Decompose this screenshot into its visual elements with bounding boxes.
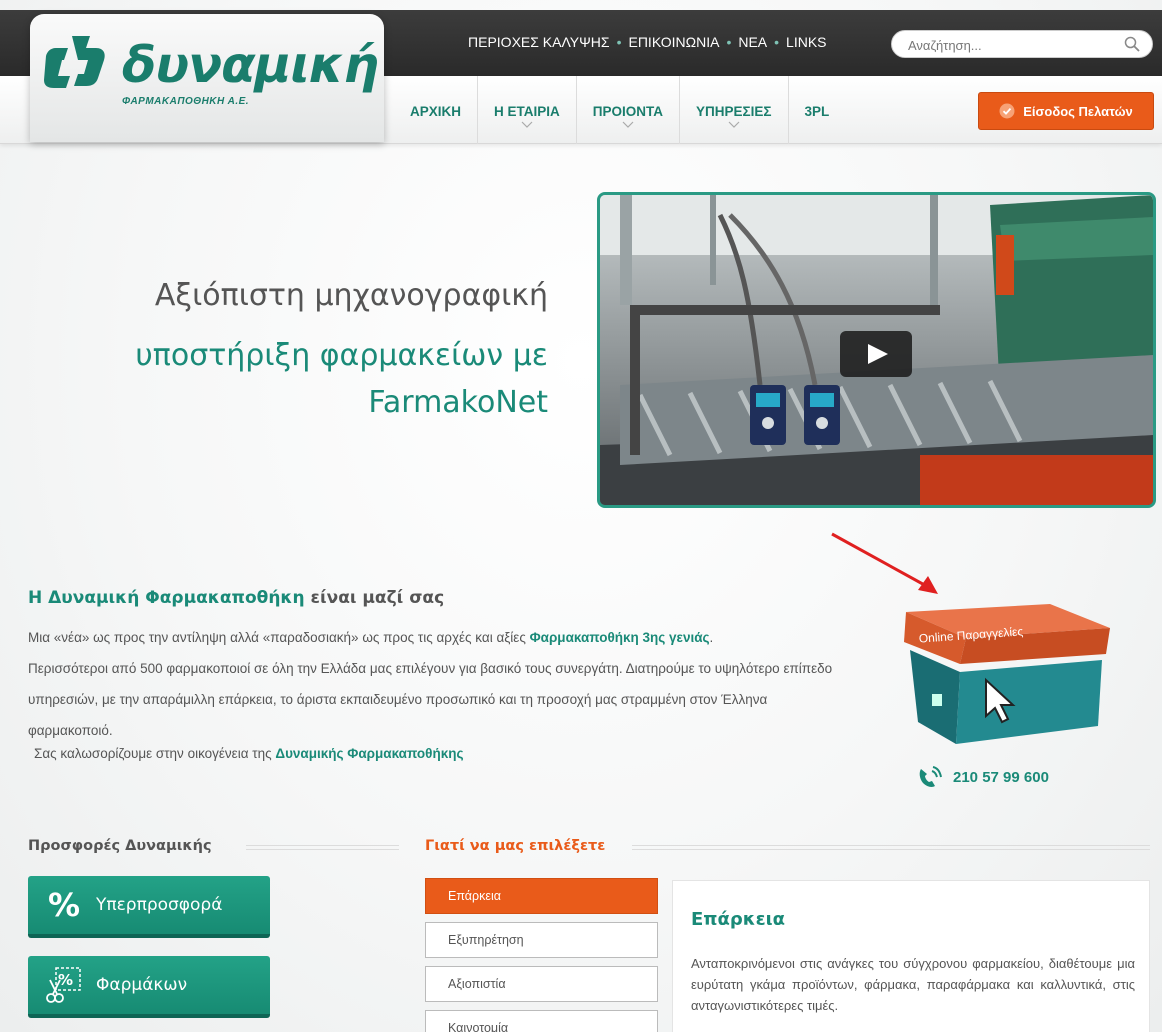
topnav-links[interactable]: LINKS	[786, 34, 826, 50]
why-heading-rule	[632, 845, 1150, 850]
percent-icon: %	[48, 886, 80, 924]
online-orders-crate[interactable]	[900, 598, 1116, 746]
logo-subtitle: ΦΑΡΜΑΚΑΠΟΘΗΚΗ Α.Ε.	[122, 96, 250, 107]
topnav-contact[interactable]: ΕΠΙΚΟΙΝΩΝΙΑ	[628, 34, 719, 50]
hero-headline-line3: FarmakoNet	[368, 385, 548, 420]
svg-text:%: %	[58, 971, 73, 989]
customer-login-label: Είσοδος Πελατών	[1023, 103, 1133, 119]
play-icon	[868, 344, 888, 364]
hero-headline-line2: υποστήριξη φαρμακείων με	[135, 338, 548, 373]
svg-text:%: %	[48, 886, 80, 924]
nav-home[interactable]: ΑΡΧΙΚΗ	[394, 76, 479, 144]
welcome-text-a: Σας καλωσορίζουμε στην οικογένεια της	[34, 746, 276, 761]
panel-title: Επάρκεια	[691, 909, 785, 930]
super-offer-button[interactable]: % Υπερπροσφορά	[28, 876, 270, 938]
panel-text: Ανταποκρινόμενοι στις ανάγκες του σύγχρο…	[691, 956, 1135, 1013]
nav-company[interactable]: Η ΕΤΑΙΡΙΑ	[478, 76, 577, 144]
logo[interactable]: δυναμική ΦΑΡΜΑΚΑΠΟΘΗΚΗ Α.Ε.	[30, 14, 384, 142]
welcome-brand-link[interactable]: Δυναμικής Φαρμακαποθήκης	[275, 746, 463, 761]
topnav-separator: •	[726, 34, 732, 50]
intro-3rd-gen-link[interactable]: Φαρμακαποθήκη 3ης γενιάς	[530, 630, 710, 645]
nav-home-label: ΑΡΧΙΚΗ	[410, 104, 462, 119]
welcome-text: Σας καλωσορίζουμε στην οικογένεια της Δυ…	[34, 746, 464, 761]
tab-adequacy[interactable]: Επάρκεια	[425, 878, 658, 914]
top-navigation: ΠΕΡΙΟΧΕΣ ΚΑΛΥΨΗΣ • ΕΠΙΚΟΙΝΩΝΙΑ • ΝΕΑ • L…	[468, 34, 827, 50]
main-navigation: ΑΡΧΙΚΗ Η ΕΤΑΙΡΙΑ ΠΡΟΙΟΝΤΑ ΥΠΗΡΕΣΙΕΣ 3PL	[394, 76, 845, 144]
nav-products[interactable]: ΠΡΟΙΟΝΤΑ	[577, 76, 681, 144]
customer-login-button[interactable]: Είσοδος Πελατών	[978, 92, 1154, 130]
chevron-down-icon	[521, 121, 533, 128]
search-icon[interactable]	[1124, 36, 1140, 52]
intro-text-c: .	[709, 630, 714, 645]
phone-number[interactable]: 210 57 99 600	[953, 769, 1049, 786]
nav-services-label: ΥΠΗΡΕΣΙΕΣ	[696, 104, 772, 119]
logo-mark-icon	[44, 36, 105, 88]
tab-reliability[interactable]: Αξιοπιστία	[425, 966, 658, 1002]
intro-heading: Η Δυναμική Φαρμακαποθήκη είναι μαζί σας	[28, 588, 444, 608]
nav-products-label: ΠΡΟΙΟΝΤΑ	[592, 104, 664, 119]
phone-icon	[919, 766, 942, 787]
chevron-down-icon	[728, 121, 740, 128]
chevron-down-icon	[622, 121, 634, 128]
search-box	[891, 30, 1153, 58]
search-input[interactable]	[908, 35, 1108, 55]
medicines-offer-label: Φαρμάκων	[96, 975, 188, 995]
medicines-offer-button[interactable]: % Φαρμάκων	[28, 956, 270, 1018]
tab-innovation[interactable]: Καινοτομία	[425, 1010, 658, 1032]
video-player[interactable]	[597, 192, 1156, 508]
check-circle-icon	[999, 103, 1015, 119]
nav-3pl[interactable]: 3PL	[789, 76, 846, 144]
hero-headline-line1: Αξιόπιστη μηχανογραφική	[154, 278, 548, 313]
super-offer-label: Υπερπροσφορά	[96, 895, 223, 915]
offers-heading: Προσφορές Δυναμικής	[28, 838, 212, 854]
intro-text-a: Μια «νέα» ως προς την αντίληψη αλλά «παρ…	[28, 630, 530, 645]
topnav-news[interactable]: ΝΕΑ	[738, 34, 767, 50]
tab-service[interactable]: Εξυπηρέτηση	[425, 922, 658, 958]
play-button[interactable]	[840, 331, 912, 377]
red-arrow-annotation	[831, 532, 938, 594]
intro-text-p2: Περισσότεροι από 500 φαρμακοποιοί σε όλη…	[28, 661, 833, 738]
nav-company-label: Η ΕΤΑΙΡΙΑ	[494, 104, 560, 119]
coupon-scissors-icon: %	[46, 967, 81, 1003]
topnav-coverage[interactable]: ΠΕΡΙΟΧΕΣ ΚΑΛΥΨΗΣ	[468, 34, 610, 50]
logo-wordmark: δυναμική	[122, 36, 379, 94]
intro-heading-brand: Η Δυναμική Φαρμακαποθήκη	[28, 588, 305, 608]
topnav-separator: •	[616, 34, 622, 50]
intro-text: Μια «νέα» ως προς την αντίληψη αλλά «παρ…	[28, 622, 848, 746]
why-choose-us-heading: Γιατί να μας επιλέξετε	[425, 838, 606, 854]
nav-3pl-label: 3PL	[804, 104, 830, 119]
intro-heading-rest: είναι μαζί σας	[304, 588, 445, 608]
tab-content-panel: Επάρκεια Ανταποκρινόμενοι στις ανάγκες τ…	[672, 880, 1150, 1032]
offers-heading-rule	[246, 845, 399, 850]
nav-services[interactable]: ΥΠΗΡΕΣΙΕΣ	[680, 76, 789, 144]
topnav-separator: •	[774, 34, 780, 50]
